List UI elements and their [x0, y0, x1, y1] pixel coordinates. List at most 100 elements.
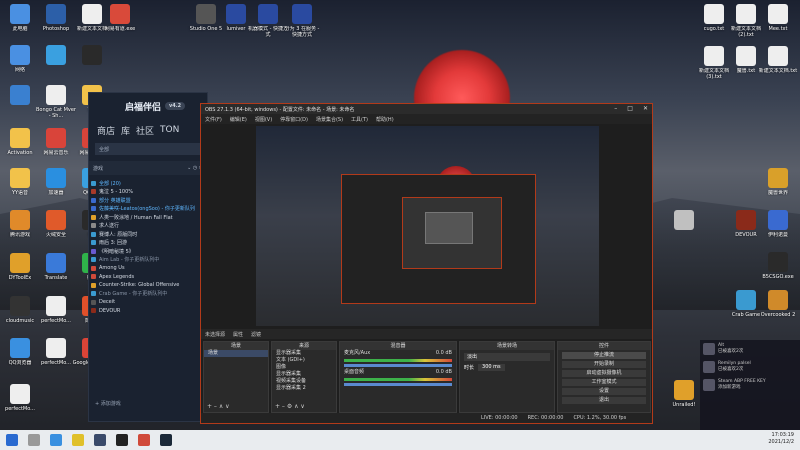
- source-item[interactable]: 文本 (GDI+): [272, 357, 336, 364]
- nav-item-library[interactable]: 库: [121, 124, 130, 137]
- desktop-icon[interactable]: 腾讯游戏: [0, 210, 40, 238]
- game-list-item[interactable]: 雨后 3: 回游: [91, 239, 207, 248]
- desktop-icon[interactable]: 火绒安全: [36, 210, 76, 238]
- obs-preview[interactable]: [256, 126, 599, 326]
- file-explorer-icon[interactable]: [72, 434, 84, 446]
- obs-menu-item[interactable]: 工具(T): [351, 116, 368, 123]
- filters-button[interactable]: 滤镜: [251, 331, 261, 338]
- add-game-button[interactable]: + 添加游戏: [95, 400, 121, 407]
- desktop-icon[interactable]: perfectMo...: [36, 338, 76, 366]
- game-list-item[interactable]: Among Us: [91, 264, 207, 273]
- desktop-icon[interactable]: 网络: [0, 45, 40, 73]
- desktop-icon[interactable]: B5CSGO.exe: [758, 252, 798, 280]
- desktop-icon[interactable]: Mee.txt: [758, 4, 798, 32]
- scene-item[interactable]: 场景: [204, 350, 268, 357]
- desktop-icon[interactable]: YY语音: [0, 168, 40, 196]
- desktop-icon[interactable]: [664, 210, 704, 232]
- desktop-icon[interactable]: Photoshop: [36, 4, 76, 32]
- transition-select[interactable]: 淡出: [464, 353, 550, 361]
- desktop-icon[interactable]: DEVOUR: [726, 210, 766, 238]
- game-list-item[interactable]: 人类一败涂地 / Human Fall Flat: [91, 213, 207, 222]
- desktop-icon[interactable]: Crab Game: [726, 290, 766, 318]
- properties-button[interactable]: 属性: [233, 331, 243, 338]
- duration-input[interactable]: 300 ms: [478, 364, 505, 371]
- desktop-icon[interactable]: QQ浏览器: [0, 338, 40, 366]
- obs-taskbar-icon[interactable]: [116, 434, 128, 446]
- control-button[interactable]: 启动虚拟摄像机: [562, 370, 646, 377]
- obs-window[interactable]: OBS 27.1.3 (64-bit, windows) - 配置文件: 未命名…: [200, 103, 653, 424]
- close-icon[interactable]: ✕: [643, 105, 648, 112]
- search-icon[interactable]: [28, 434, 40, 446]
- game-launcher-window[interactable]: 启福伴侣 v4.2 商店 库 社区 TON 全部 游戏 ⌄ ◷ ≡ 全部 (20…: [88, 92, 208, 422]
- game-list-item[interactable]: 全部 (20): [91, 179, 207, 188]
- desktop-icon[interactable]: Unrailed!: [664, 380, 704, 408]
- nav-item-store[interactable]: 商店: [97, 124, 115, 137]
- desktop-icon[interactable]: perfectMo...: [36, 296, 76, 324]
- game-list-item[interactable]: 赛博人: 原版同时: [91, 230, 207, 239]
- app-taskbar-icon[interactable]: [138, 434, 150, 446]
- control-button[interactable]: 设置: [562, 388, 646, 395]
- source-add-remove-icons[interactable]: + – ⚙ ∧ ∨: [275, 403, 305, 410]
- obs-titlebar[interactable]: OBS 27.1.3 (64-bit, windows) - 配置文件: 未命名…: [201, 104, 652, 114]
- desktop-icon[interactable]: [36, 45, 76, 67]
- obs-menu-item[interactable]: 帮助(H): [376, 116, 394, 123]
- source-item[interactable]: 显示器采集: [272, 371, 336, 378]
- desktop-icon[interactable]: 新建文本文档.txt: [758, 46, 798, 74]
- desktop-icon[interactable]: Translate: [36, 253, 76, 281]
- control-button[interactable]: 停止推流: [562, 352, 646, 359]
- desktop-icon[interactable]: [0, 85, 40, 107]
- desktop-icon[interactable]: 网易有道.exe: [100, 4, 140, 32]
- nav-item-community[interactable]: 社区: [136, 124, 154, 137]
- game-list-item[interactable]: Counter-Strike: Global Offensive: [91, 281, 207, 290]
- desktop-icon[interactable]: 加速器: [36, 168, 76, 196]
- desktop-icon[interactable]: DYToolEx: [0, 253, 40, 281]
- game-list-item[interactable]: 求人送行: [91, 222, 207, 231]
- game-list-item[interactable]: 《明暗秘境 5》: [91, 247, 207, 256]
- launcher-taskbar-icon[interactable]: [94, 434, 106, 446]
- control-button[interactable]: 退出: [562, 397, 646, 404]
- obs-menu-item[interactable]: 停靠窗口(D): [280, 116, 308, 123]
- game-list-item[interactable]: DEVOUR: [91, 307, 207, 316]
- game-list-item[interactable]: Aim Lab - 你子更新队列中: [91, 256, 207, 265]
- chat-message[interactable]: Remilyn palsel 已被喜欢2次: [700, 358, 800, 376]
- desktop-icon[interactable]: 此电脑: [0, 4, 40, 32]
- edge-browser-icon[interactable]: [50, 434, 62, 446]
- scene-add-remove-icons[interactable]: + – ∧ ∨: [207, 403, 230, 410]
- control-button[interactable]: 开始录制: [562, 361, 646, 368]
- desktop-icon[interactable]: 网易云音乐: [36, 128, 76, 156]
- minimize-icon[interactable]: –: [614, 105, 617, 112]
- volume-slider[interactable]: [344, 364, 452, 367]
- source-item[interactable]: 图像: [272, 364, 336, 371]
- source-item[interactable]: 视频采集设备: [272, 378, 336, 385]
- desktop-icon[interactable]: Activation: [0, 128, 40, 156]
- desktop-icon[interactable]: cloudmusic: [0, 296, 40, 324]
- steam-taskbar-icon[interactable]: [160, 434, 172, 446]
- system-clock[interactable]: 17:03:19 2021/12/2: [768, 432, 794, 446]
- game-list-item[interactable]: 鬼泣 5 - 100%: [91, 188, 207, 197]
- chat-message[interactable]: Steam ABP FREE KEY 添加新游戏: [700, 376, 800, 394]
- obs-menu-item[interactable]: 视图(V): [255, 116, 272, 123]
- desktop-icon[interactable]: 魔兽世界: [758, 168, 798, 196]
- source-item[interactable]: 显示器采集: [272, 350, 336, 357]
- game-list-item[interactable]: Crab Game - 你子更新队列中: [91, 290, 207, 299]
- library-filter-row[interactable]: 游戏 ⌄ ◷ ≡: [89, 161, 207, 175]
- chat-message[interactable]: Alt 已被喜欢2次: [700, 340, 800, 358]
- desktop-icon[interactable]: perfectMo...: [0, 384, 40, 412]
- windows-start-icon[interactable]: [6, 434, 18, 446]
- library-search-input[interactable]: 全部: [95, 143, 201, 155]
- control-button[interactable]: 工作室模式: [562, 379, 646, 386]
- desktop-icon[interactable]: Bongo Cat Mver - Sh...: [36, 85, 76, 119]
- maximize-icon[interactable]: □: [627, 105, 633, 112]
- game-list-item[interactable]: 佐藤美咲-Leatos(ongSoo) - 你子更新队列: [91, 205, 207, 214]
- obs-menu-item[interactable]: 场景集合(S): [316, 116, 343, 123]
- desktop-icon[interactable]: [72, 45, 112, 67]
- game-list-item[interactable]: Apex Legends: [91, 273, 207, 282]
- nav-item-ton[interactable]: TON: [160, 125, 179, 135]
- game-list-item[interactable]: Deceit: [91, 298, 207, 307]
- volume-slider[interactable]: [344, 383, 452, 386]
- game-list-item[interactable]: 部分 英雄联盟: [91, 196, 207, 205]
- obs-menu-item[interactable]: 编辑(E): [230, 116, 247, 123]
- source-item[interactable]: 显示器采集 2: [272, 385, 336, 392]
- obs-menu-item[interactable]: 文件(F): [205, 116, 222, 123]
- desktop-icon[interactable]: 分为 3 在服务 - 快捷方式: [282, 4, 322, 38]
